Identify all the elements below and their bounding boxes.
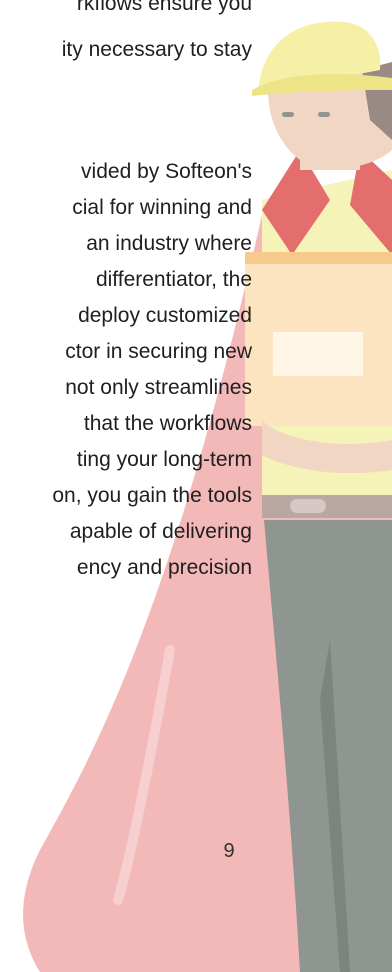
text-line: apable of delivering xyxy=(69,520,252,543)
belt-buckle xyxy=(290,499,326,513)
text-line: vided by Softeon's xyxy=(81,160,252,183)
text-line: ity necessary to stay xyxy=(61,38,252,61)
text-line: ctor in securing new xyxy=(65,340,252,363)
text-line: rkflows ensure you xyxy=(76,0,252,15)
text-line: cial for winning and xyxy=(72,196,252,219)
eye-right xyxy=(318,112,330,117)
text-line: differentiator, the xyxy=(95,268,252,291)
text-line: an industry where xyxy=(86,232,252,255)
text-line: ency and precision xyxy=(76,556,252,579)
belt xyxy=(262,494,392,518)
page-number: 9 xyxy=(223,840,235,862)
box-label xyxy=(273,332,363,376)
text-line: ting your long-term xyxy=(76,448,252,471)
box-edge xyxy=(245,252,392,264)
text-line: on, you gain the tools xyxy=(52,484,252,507)
text-line: that the workflows xyxy=(83,412,252,435)
text-line: not only streamlines xyxy=(65,376,252,399)
eye-left xyxy=(282,112,294,117)
text-line: deploy customized xyxy=(78,304,252,327)
